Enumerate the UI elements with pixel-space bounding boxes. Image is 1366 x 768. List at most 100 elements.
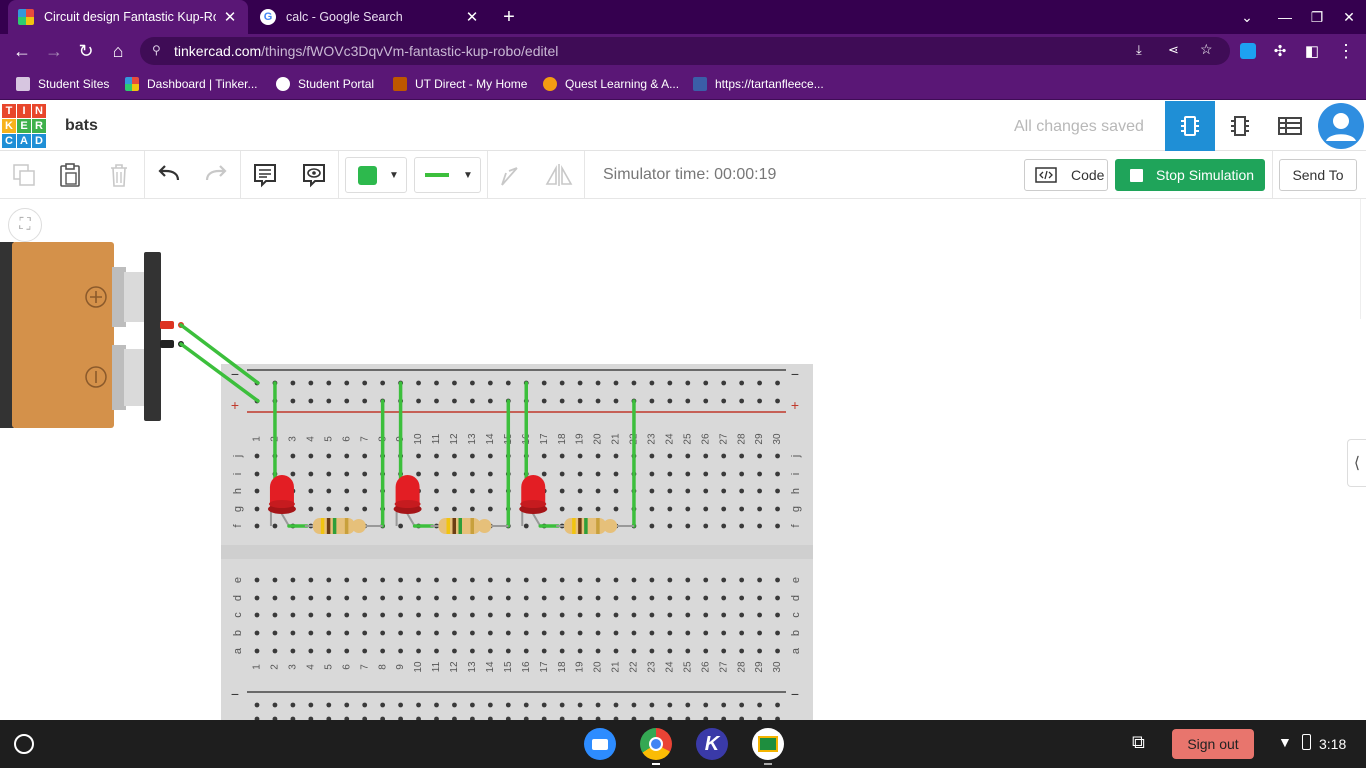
row-letter: j <box>232 455 244 458</box>
bookmark-dashboard[interactable]: Dashboard | Tinker... <box>125 68 258 100</box>
tinkercad-logo[interactable]: T I N K E R C A D <box>2 104 46 148</box>
address-bar[interactable]: ⚲ tinkercad.com/things/fWOVc3DqvVm-fanta… <box>140 37 1230 65</box>
circuit-drawing: 1122334455667788991010111112121313141415… <box>0 242 813 720</box>
bookmark-student-sites[interactable]: Student Sites <box>16 68 109 100</box>
stop-simulation-button[interactable]: Stop Simulation <box>1115 159 1265 191</box>
minimize-icon[interactable]: — <box>1268 0 1302 34</box>
side-panel-icon[interactable]: ◧ <box>1296 34 1328 68</box>
terminal-hole <box>775 630 780 636</box>
terminal-hole <box>362 577 368 583</box>
scrollbar-track[interactable] <box>1360 199 1361 319</box>
rail-hole <box>595 398 601 404</box>
extension-globe-icon[interactable] <box>1232 34 1264 68</box>
bookmark-star-icon[interactable]: ☆ <box>1200 41 1213 58</box>
terminal-hole <box>703 648 709 654</box>
terminal-hole <box>434 506 439 512</box>
holding-space-icon[interactable]: ⧉ <box>1132 732 1156 756</box>
clock[interactable]: 3:18 <box>1319 736 1346 752</box>
rail-polarity-label: − <box>791 686 799 702</box>
column-number: 22 <box>629 661 640 673</box>
wire-type-picker[interactable]: ▼ <box>414 157 481 193</box>
row-letter: c <box>232 612 244 618</box>
bookmark-tartanfleece[interactable]: https://tartanfleece... <box>693 68 824 100</box>
redo-button[interactable] <box>198 157 234 193</box>
home-icon[interactable]: ⌂ <box>102 34 134 68</box>
circuit-canvas[interactable]: ⛶ ⟨ 112233445 <box>0 199 1366 720</box>
resistor-band <box>326 518 331 534</box>
toolbar-divider <box>584 151 585 199</box>
forward-arrow-icon[interactable]: → <box>38 34 70 68</box>
circuit-view-button[interactable] <box>1165 101 1215 151</box>
terminal-hole <box>757 595 762 601</box>
flip-button[interactable] <box>541 157 577 193</box>
rotate-button[interactable] <box>492 157 528 193</box>
terminal-hole <box>739 453 745 459</box>
tab-calc-search[interactable]: G calc - Google Search ✕ <box>250 0 490 34</box>
column-number: 6 <box>341 436 352 442</box>
paste-button[interactable] <box>52 157 88 193</box>
color-picker[interactable]: ▼ <box>345 157 407 193</box>
launcher-icon[interactable] <box>14 734 34 754</box>
browser-menu-icon[interactable]: ⋮ <box>1330 34 1362 68</box>
breadboard[interactable]: 1122334455667788991010111112121313141415… <box>221 364 813 720</box>
notes-button[interactable] <box>247 157 283 193</box>
new-tab-plus-icon[interactable]: + <box>492 0 526 34</box>
terminal-hole <box>541 453 547 459</box>
components-panel-toggle[interactable]: ⟨ <box>1347 439 1366 487</box>
terminal-hole <box>685 577 691 583</box>
copy-icon <box>13 164 35 186</box>
rail-hole <box>577 398 583 404</box>
site-info-icon[interactable]: ⚲ <box>152 43 161 57</box>
terminal-hole <box>649 506 655 512</box>
copy-button[interactable] <box>6 157 42 193</box>
schematic-view-button[interactable] <box>1215 101 1265 151</box>
notes-visibility-button[interactable] <box>296 157 332 193</box>
close-window-icon[interactable]: ✕ <box>1332 0 1366 34</box>
install-icon[interactable]: ⤓ <box>1136 42 1142 58</box>
bookmark-ut-direct[interactable]: UT Direct - My Home <box>393 68 527 100</box>
send-to-button[interactable]: Send To <box>1279 159 1357 191</box>
resistor-cap <box>477 519 492 533</box>
extensions-puzzle-icon[interactable]: ✣ <box>1264 34 1296 68</box>
rail-hole <box>326 398 332 404</box>
user-avatar[interactable] <box>1316 101 1366 151</box>
classroom-app-icon[interactable] <box>752 728 784 760</box>
logo-letter: I <box>17 104 31 118</box>
tab-search-chevron-icon[interactable]: ⌄ <box>1230 0 1264 34</box>
reload-icon[interactable]: ↻ <box>70 34 102 68</box>
back-arrow-icon[interactable]: ← <box>6 34 38 68</box>
zoom-app-icon[interactable] <box>584 728 616 760</box>
row-letter: g <box>790 506 802 512</box>
terminal-hole <box>703 612 709 618</box>
terminal-hole <box>577 648 583 654</box>
design-name[interactable]: bats <box>65 117 98 135</box>
bookmark-student-portal[interactable]: Student Portal <box>276 68 374 100</box>
terminal-hole <box>739 488 745 494</box>
close-tab-icon[interactable]: ✕ <box>222 8 238 26</box>
delete-button[interactable] <box>101 157 137 193</box>
rail-hole <box>505 380 511 386</box>
terminal-hole <box>703 630 709 636</box>
terminal-hole <box>739 471 745 477</box>
tab-circuit-design[interactable]: Circuit design Fantastic Kup-Robo ✕ <box>8 0 248 34</box>
tinkercad-favicon-icon <box>18 9 34 25</box>
sign-out-button[interactable]: Sign out <box>1172 729 1254 759</box>
wifi-icon[interactable]: ▼ <box>1278 734 1292 750</box>
terminal-hole <box>308 453 314 459</box>
battery[interactable] <box>0 242 184 428</box>
k-app-icon[interactable]: K <box>696 728 728 760</box>
undo-button[interactable] <box>151 157 187 193</box>
bookmark-quest[interactable]: Quest Learning & A... <box>543 68 679 100</box>
code-button[interactable]: Code <box>1024 159 1108 191</box>
terminal-hole <box>254 577 260 583</box>
maximize-icon[interactable]: ❐ <box>1300 0 1334 34</box>
tinkercad-header: T I N K E R C A D bats All changes saved <box>0 101 1366 151</box>
component-list-button[interactable] <box>1265 101 1315 151</box>
terminal-hole <box>505 612 511 618</box>
battery-status-icon[interactable] <box>1302 734 1311 750</box>
chrome-app-icon[interactable] <box>640 728 672 760</box>
close-tab-icon[interactable]: ✕ <box>464 8 480 26</box>
terminal-hole <box>326 648 332 654</box>
terminal-hole <box>398 630 403 636</box>
share-icon[interactable]: ⋖ <box>1168 42 1179 58</box>
